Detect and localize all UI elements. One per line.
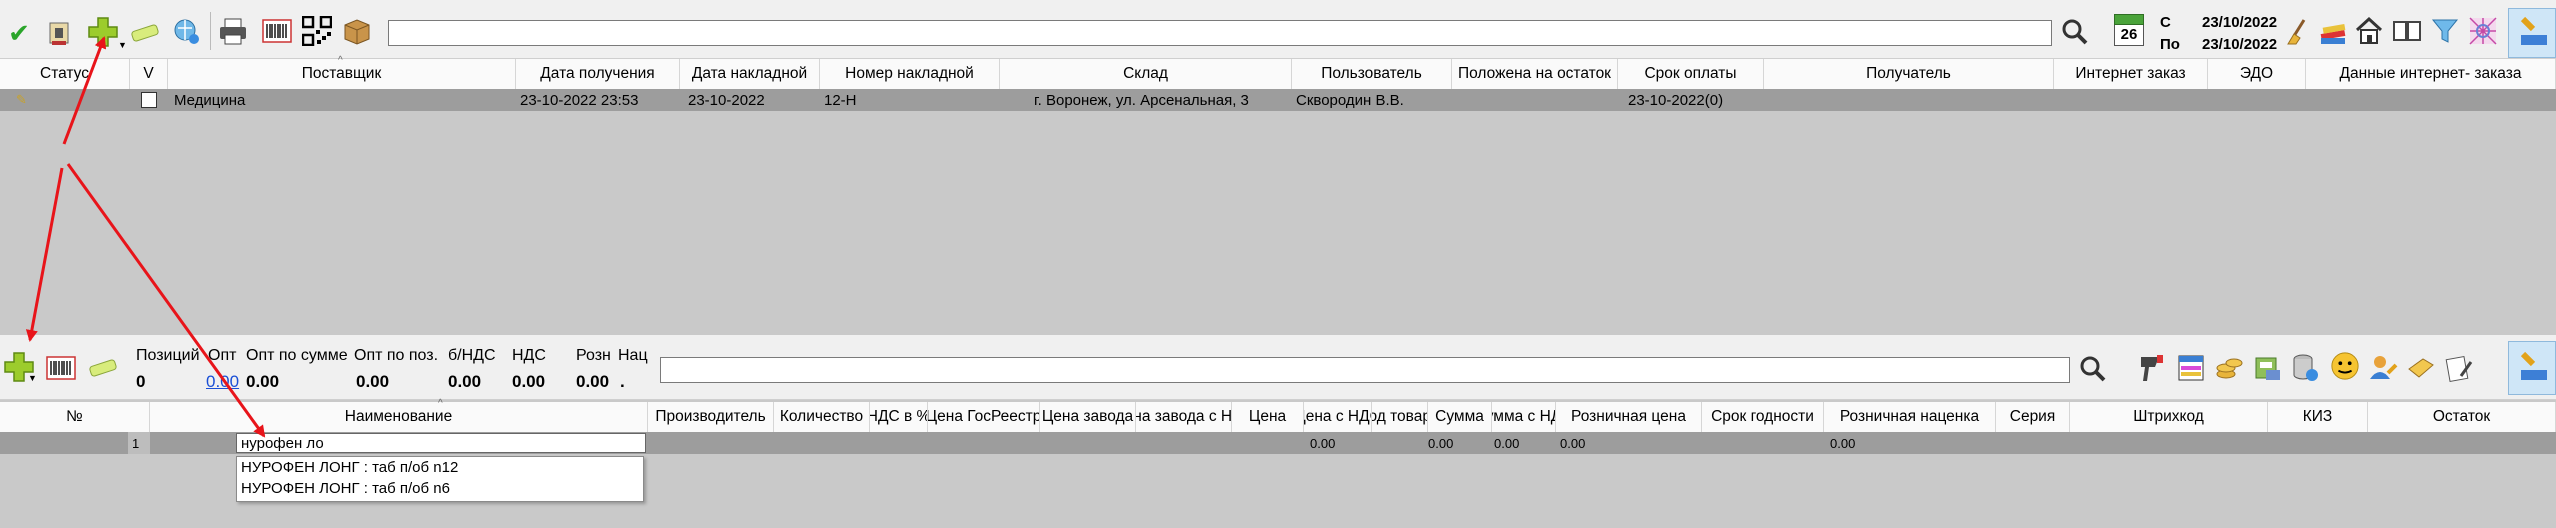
arrow-to-name-input bbox=[66, 163, 266, 438]
arrow-to-add-position-icon bbox=[25, 167, 64, 342]
arrow-to-add-document-icon bbox=[62, 36, 107, 145]
annotation-arrows bbox=[25, 36, 266, 438]
